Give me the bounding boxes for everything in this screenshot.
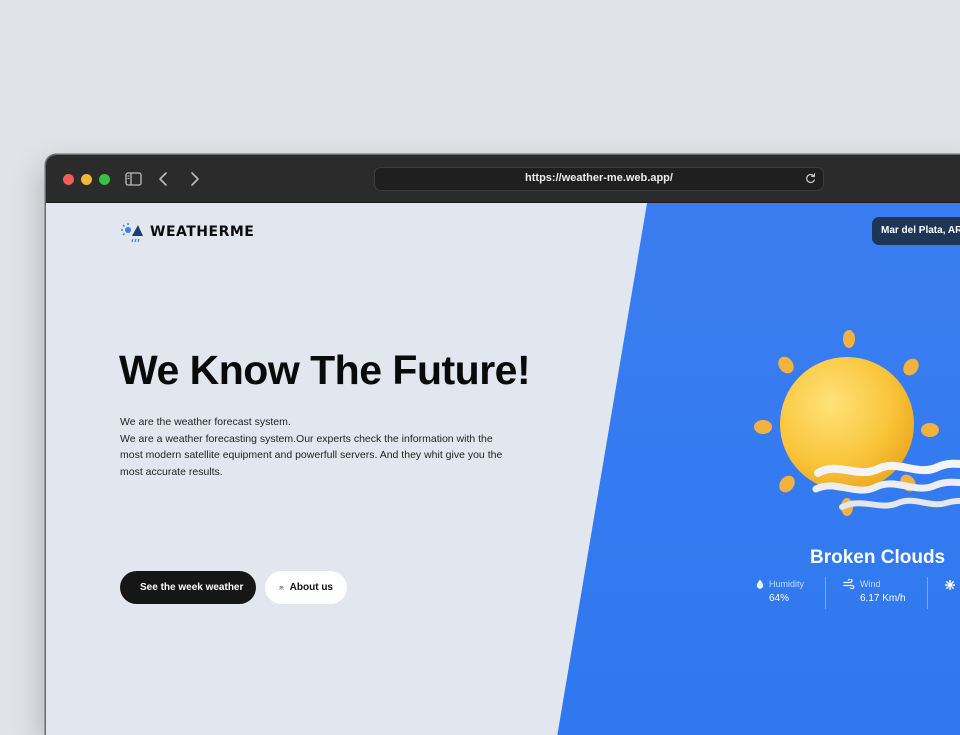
browser-window: https://weather-me.web.app/ WEATHERME Ma… [46,155,960,735]
forward-arrow-icon[interactable] [184,170,204,188]
stat-divider [825,577,826,609]
see-week-weather-button[interactable]: See the week weather [120,571,256,604]
reload-icon[interactable] [804,172,817,185]
address-bar-url: https://weather-me.web.app/ [525,172,673,184]
about-us-label: About us [289,582,333,593]
browser-toolbar: https://weather-me.web.app/ [46,155,960,203]
brand-name: WEATHERME [150,224,255,240]
web-page: WEATHERME Mar del Plata, AR We Know The … [46,203,960,735]
hero-title: We Know The Future! [119,347,531,393]
humidity-label: Humidity [769,579,805,589]
location-button[interactable]: Mar del Plata, AR [872,217,960,245]
description-line: We are a weather forecasting system.Our … [120,432,503,478]
wind-stat: Wind 6.17 Km/h [843,579,906,604]
close-window-button[interactable] [63,174,74,185]
address-bar[interactable]: https://weather-me.web.app/ [374,167,824,191]
humidity-value: 64% [769,593,790,604]
users-icon [279,585,284,590]
see-week-weather-label: See the week weather [140,582,244,593]
weather-condition: Broken Clouds [810,547,946,568]
description-line: We are the weather forecast system. [120,416,291,428]
minimize-window-button[interactable] [81,174,92,185]
about-us-button[interactable]: About us [265,571,347,604]
weather-logo-icon [121,223,143,243]
stat-divider [927,577,928,609]
back-arrow-icon[interactable] [154,170,174,188]
gear-icon [945,580,955,590]
droplet-icon [756,579,764,589]
hero-description: We are the weather forecast system. We a… [120,414,515,480]
brand-logo[interactable]: WEATHERME [120,221,254,243]
wind-value: 6.17 Km/h [860,593,906,604]
sidebar-toggle-icon[interactable] [124,170,144,188]
wind-icon [843,579,855,589]
wind-label: Wind [860,579,881,589]
maximize-window-button[interactable] [99,174,110,185]
humidity-stat: Humidity 64% [756,579,804,604]
